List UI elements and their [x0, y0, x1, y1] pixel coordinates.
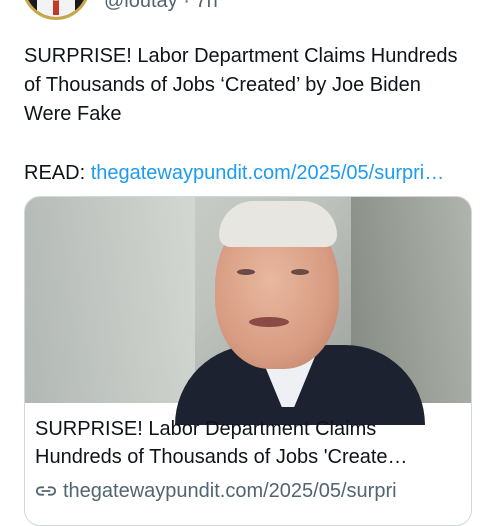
article-link[interactable]: thegatewaypundit.com/2025/05/surpri…: [91, 162, 445, 184]
card-title-line-1: SURPRISE! Labor Department Claims: [35, 418, 377, 440]
tweet-text-line-2: of Thousands of Jobs ‘Created’ by Joe Bi…: [24, 74, 421, 96]
tweet-text-line-1: SURPRISE! Labor Department Claims Hundre…: [24, 45, 458, 67]
avatar-tie: [53, 0, 59, 15]
background-window: [25, 197, 195, 403]
user-handle[interactable]: @loutay · 7h: [104, 0, 218, 13]
right-eye: [291, 269, 309, 275]
left-eye: [237, 269, 255, 275]
mouth: [249, 317, 289, 327]
avatar[interactable]: [22, 0, 90, 20]
card-domain[interactable]: thegatewaypundit.com/2025/05/surpri: [35, 477, 465, 505]
read-line: READ: thegatewaypundit.com/2025/05/surpr…: [24, 159, 476, 188]
tweet-text: SURPRISE! Labor Department Claims Hundre…: [24, 42, 472, 129]
read-label: READ:: [24, 162, 91, 184]
link-icon: [35, 486, 57, 496]
tweet-text-line-3: Were Fake: [24, 103, 122, 125]
card-domain-text: thegatewaypundit.com/2025/05/surpri: [63, 480, 397, 502]
card-title-line-2: Hundreds of Thousands of Jobs 'Create…: [35, 446, 408, 468]
card-image[interactable]: [25, 197, 471, 425]
link-preview-card[interactable]: SURPRISE! Labor Department Claims Hundre…: [24, 196, 472, 526]
card-title[interactable]: SURPRISE! Labor Department Claims Hundre…: [35, 415, 459, 471]
hair: [219, 201, 337, 247]
